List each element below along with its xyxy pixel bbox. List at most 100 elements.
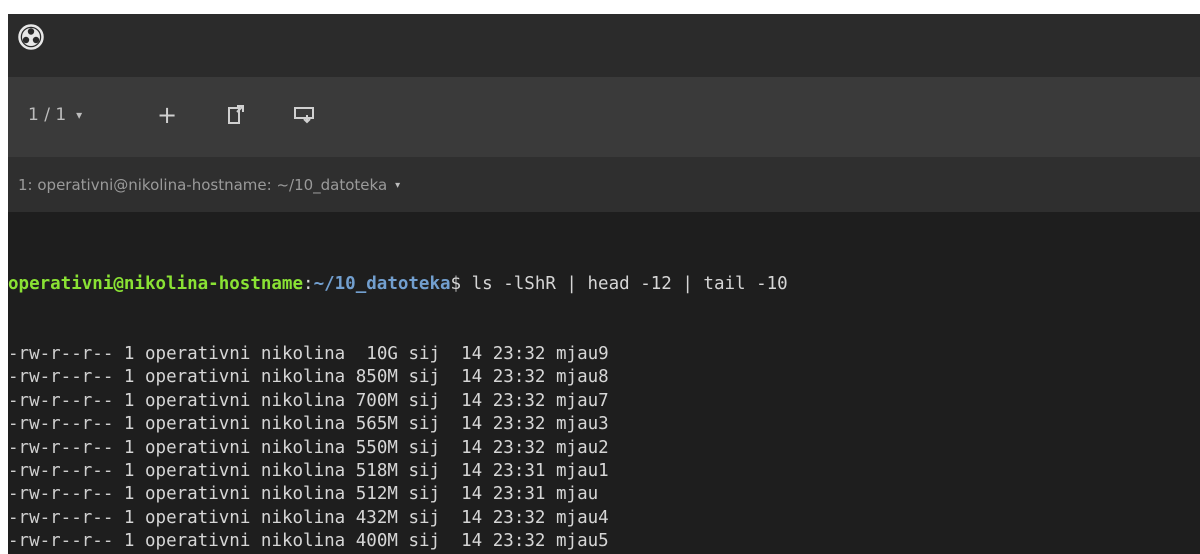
file-month: sij [408, 437, 441, 458]
file-group: nikolina [260, 414, 346, 435]
detach-tab-button[interactable] [220, 99, 252, 131]
file-name: mjau9 [556, 344, 609, 365]
file-day: 14 [461, 507, 483, 528]
file-name: mjau3 [556, 414, 609, 435]
list-item: -rw-r--r-- 1 operativni nikolina 550M si… [8, 437, 1200, 460]
file-group: nikolina [260, 344, 346, 365]
file-permissions: -rw-r--r-- [8, 367, 114, 388]
file-size: 700M [355, 390, 398, 411]
terminal-output[interactable]: operativni@nikolina-hostname:~/10_datote… [8, 212, 1200, 554]
title-bar [8, 14, 1200, 77]
session-tab[interactable]: 1: operativni@nikolina-hostname: ~/10_da… [18, 176, 400, 194]
file-group: nikolina [260, 437, 346, 458]
file-name: mjau1 [556, 460, 609, 481]
file-month: sij [408, 460, 441, 481]
chevron-down-icon: ▾ [76, 108, 83, 122]
file-owner: operativni [145, 390, 251, 411]
list-item: -rw-r--r-- 1 operativni nikolina 400M si… [8, 530, 1200, 553]
file-permissions: -rw-r--r-- [8, 531, 114, 552]
file-month: sij [408, 507, 441, 528]
command-text: ls -lShR | head -12 | tail -10 [461, 273, 788, 294]
file-size: 432M [355, 507, 398, 528]
file-time: 23:32 [492, 507, 546, 528]
prompt-symbol: $ [450, 273, 462, 294]
list-item: -rw-r--r-- 1 operativni nikolina 518M si… [8, 460, 1200, 483]
screen-icon [294, 107, 314, 124]
file-day: 14 [461, 367, 483, 388]
file-size: 518M [355, 460, 398, 481]
list-item: -rw-r--r-- 1 operativni nikolina 850M si… [8, 366, 1200, 389]
file-name: mjau5 [556, 531, 609, 552]
listing-rows: -rw-r--r-- 1 operativni nikolina 10G sij… [8, 343, 1200, 554]
file-links: 1 [123, 344, 135, 365]
file-links: 1 [123, 531, 135, 552]
file-time: 23:32 [492, 390, 546, 411]
file-month: sij [408, 484, 441, 505]
file-owner: operativni [145, 507, 251, 528]
file-group: nikolina [260, 531, 346, 552]
file-permissions: -rw-r--r-- [8, 460, 114, 481]
terminal-window: 1 / 1 ▾ + 1: operativni@nikolina-hostnam… [8, 14, 1200, 554]
file-size: 400M [355, 531, 398, 552]
file-owner: operativni [145, 414, 251, 435]
file-permissions: -rw-r--r-- [8, 390, 114, 411]
file-time: 23:32 [492, 414, 546, 435]
file-month: sij [408, 390, 441, 411]
screen-button[interactable] [288, 99, 320, 131]
file-month: sij [408, 414, 441, 435]
file-links: 1 [123, 484, 135, 505]
file-day: 14 [461, 414, 483, 435]
file-links: 1 [123, 507, 135, 528]
file-day: 14 [461, 390, 483, 411]
file-owner: operativni [145, 484, 251, 505]
list-item: -rw-r--r-- 1 operativni nikolina 512M si… [8, 483, 1200, 506]
new-tab-button[interactable]: + [151, 99, 183, 131]
prompt-user: operativni@nikolina-hostname [8, 273, 304, 294]
file-name: mjau2 [556, 437, 609, 458]
file-links: 1 [123, 460, 135, 481]
file-day: 14 [461, 460, 483, 481]
tab-switcher[interactable]: 1 / 1 ▾ [28, 105, 82, 125]
detach-icon [228, 105, 244, 124]
file-links: 1 [123, 414, 135, 435]
file-month: sij [408, 367, 441, 388]
prompt-separator: : [303, 273, 314, 294]
file-owner: operativni [145, 437, 251, 458]
file-time: 23:32 [492, 437, 546, 458]
file-permissions: -rw-r--r-- [8, 437, 114, 458]
tab-counter-label: 1 / 1 [28, 105, 67, 125]
file-day: 14 [461, 437, 483, 458]
list-item: -rw-r--r-- 1 operativni nikolina 10G sij… [8, 343, 1200, 366]
file-day: 14 [461, 484, 483, 505]
file-group: nikolina [260, 367, 346, 388]
file-owner: operativni [145, 460, 251, 481]
file-time: 23:31 [492, 460, 546, 481]
file-group: nikolina [260, 507, 346, 528]
file-size: 10G [355, 344, 398, 365]
session-tab-bar: 1: operativni@nikolina-hostname: ~/10_da… [8, 157, 1200, 212]
file-permissions: -rw-r--r-- [8, 507, 114, 528]
prompt-line: operativni@nikolina-hostname:~/10_datote… [8, 273, 1200, 296]
file-month: sij [408, 531, 441, 552]
plus-icon: + [156, 101, 178, 129]
list-item: -rw-r--r-- 1 operativni nikolina 565M si… [8, 413, 1200, 436]
file-links: 1 [123, 367, 135, 388]
file-name: mjau8 [556, 367, 609, 388]
file-day: 14 [461, 531, 483, 552]
list-item: -rw-r--r-- 1 operativni nikolina 432M si… [8, 507, 1200, 530]
list-item: -rw-r--r-- 1 operativni nikolina 700M si… [8, 390, 1200, 413]
file-size: 565M [355, 414, 398, 435]
session-tab-label: 1: operativni@nikolina-hostname: ~/10_da… [18, 176, 388, 194]
file-time: 23:31 [492, 484, 546, 505]
file-links: 1 [123, 437, 135, 458]
file-permissions: -rw-r--r-- [8, 344, 114, 365]
file-owner: operativni [145, 367, 251, 388]
app-logo-icon[interactable] [18, 24, 44, 50]
file-name: mjau4 [556, 507, 609, 528]
chevron-down-icon: ▾ [395, 179, 401, 191]
file-group: nikolina [260, 484, 346, 505]
prompt-path: ~/10_datoteka [313, 273, 451, 294]
file-owner: operativni [145, 531, 251, 552]
file-size: 512M [355, 484, 398, 505]
file-day: 14 [461, 344, 483, 365]
